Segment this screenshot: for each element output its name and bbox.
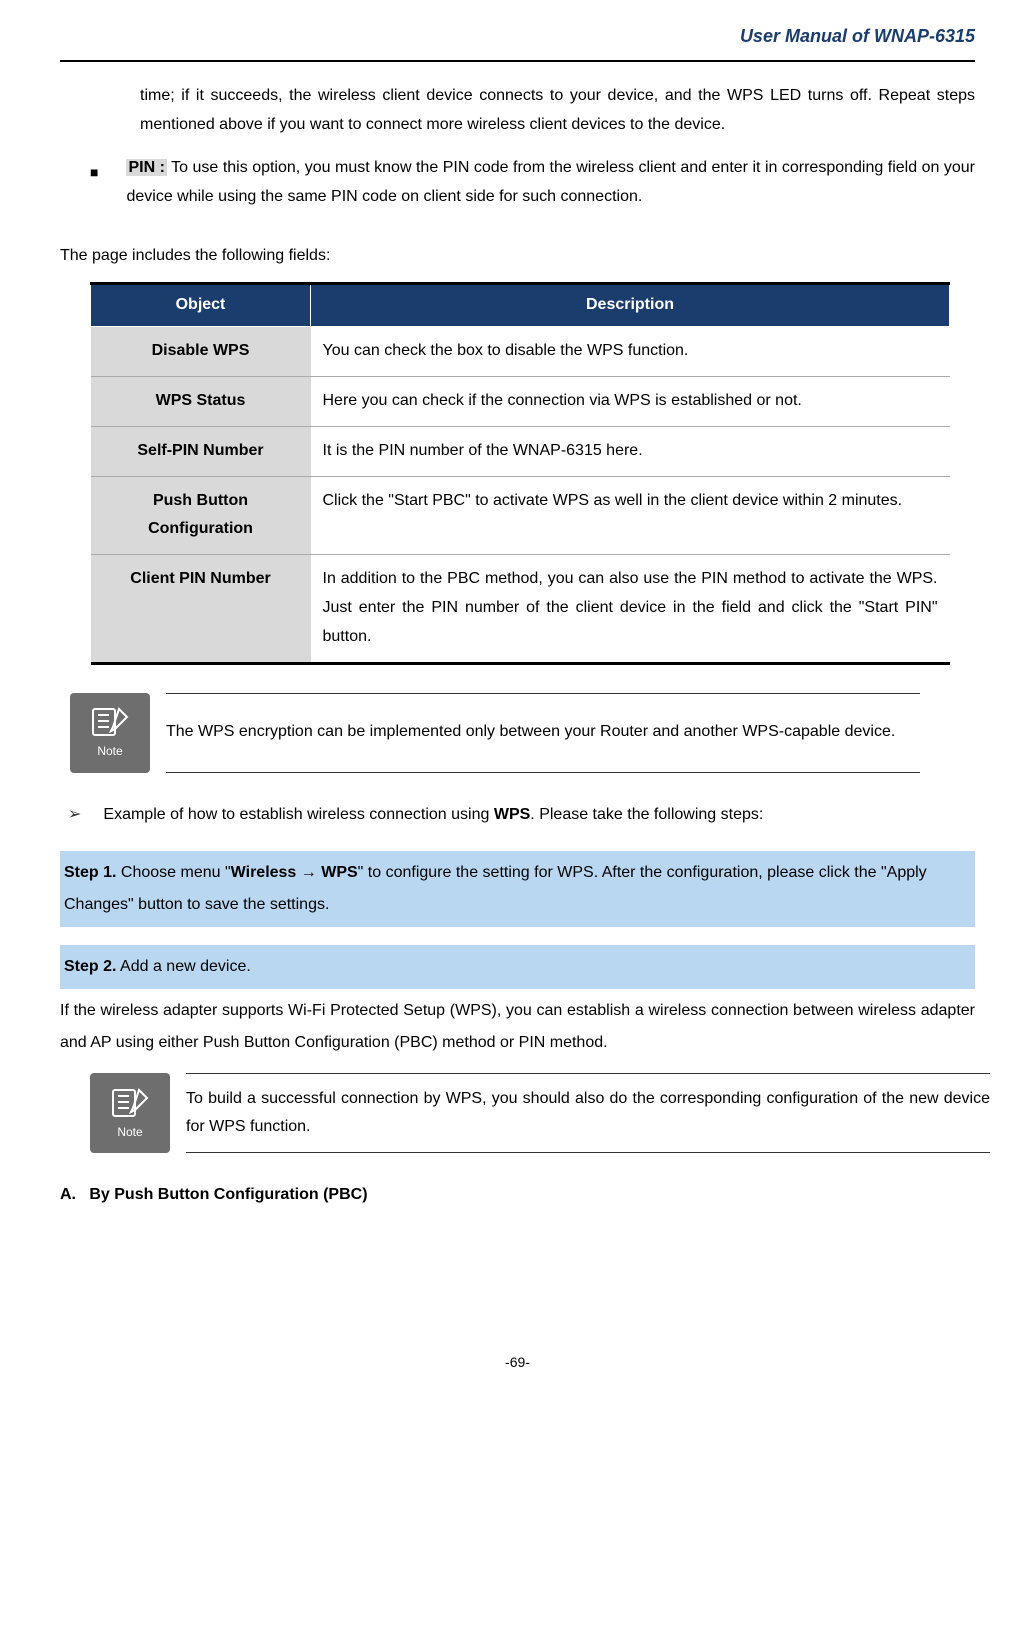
table-header-object: Object: [91, 284, 311, 327]
step-1-highlight: Step 1. Choose menu "Wireless → WPS" to …: [60, 851, 975, 927]
step-2-highlight: Step 2. Add a new device.: [60, 945, 975, 989]
table-row: Self-PIN Number It is the PIN number of …: [91, 426, 950, 476]
table-row: WPS Status Here you can check if the con…: [91, 376, 950, 426]
table-row: Disable WPS You can check the box to dis…: [91, 327, 950, 377]
table-row: Client PIN Number In addition to the PBC…: [91, 555, 950, 663]
table-cell-object: Push Button Configuration: [91, 476, 311, 555]
table-cell-object: WPS Status: [91, 376, 311, 426]
table-header-description: Description: [311, 284, 950, 327]
note-box-1: Note The WPS encryption can be implement…: [70, 693, 920, 773]
pin-bullet-item: ■ PIN : To use this option, you must kno…: [60, 154, 975, 212]
note-icon: Note: [70, 693, 150, 773]
pin-label: PIN :: [126, 159, 166, 176]
note-label: Note: [97, 741, 122, 763]
notepad-pencil-icon: [89, 703, 131, 741]
table-cell-object: Self-PIN Number: [91, 426, 311, 476]
note-icon: Note: [90, 1073, 170, 1153]
fields-intro-text: The page includes the following fields:: [60, 242, 975, 271]
page-header-title: User Manual of WNAP-6315: [60, 20, 975, 52]
note-label: Note: [117, 1122, 142, 1144]
triangle-bullet-icon: ➢: [68, 801, 81, 830]
table-cell-description: Here you can check if the connection via…: [311, 376, 950, 426]
table-row: Push Button Configuration Click the "Sta…: [91, 476, 950, 555]
example-line: Example of how to establish wireless con…: [103, 801, 763, 830]
table-cell-description: You can check the box to disable the WPS…: [311, 327, 950, 377]
page-number: -69-: [60, 1350, 975, 1375]
table-cell-object: Client PIN Number: [91, 555, 311, 663]
continuation-paragraph: time; if it succeeds, the wireless clien…: [140, 82, 975, 140]
table-cell-description: It is the PIN number of the WNAP-6315 he…: [311, 426, 950, 476]
notepad-pencil-icon: [109, 1084, 151, 1122]
table-cell-object: Disable WPS: [91, 327, 311, 377]
example-bullet: ➢ Example of how to establish wireless c…: [60, 801, 975, 830]
pin-description: To use this option, you must know the PI…: [126, 159, 975, 205]
note-2-text: To build a successful connection by WPS,…: [186, 1073, 990, 1153]
step-1-label: Step 1.: [64, 864, 116, 881]
note-1-text: The WPS encryption can be implemented on…: [166, 693, 920, 773]
table-cell-description: In addition to the PBC method, you can a…: [311, 555, 950, 663]
fields-table: Object Description Disable WPS You can c…: [90, 282, 950, 664]
step-2-label: Step 2.: [64, 958, 116, 975]
note-box-2: Note To build a successful connection by…: [90, 1073, 990, 1153]
table-cell-description: Click the "Start PBC" to activate WPS as…: [311, 476, 950, 555]
header-divider: [60, 60, 975, 62]
pin-bullet-text: PIN : To use this option, you must know …: [126, 154, 975, 212]
section-a-heading: A. By Push Button Configuration (PBC): [60, 1181, 975, 1210]
square-bullet-icon: ■: [90, 160, 98, 185]
step-2-description: If the wireless adapter supports Wi-Fi P…: [60, 995, 975, 1059]
